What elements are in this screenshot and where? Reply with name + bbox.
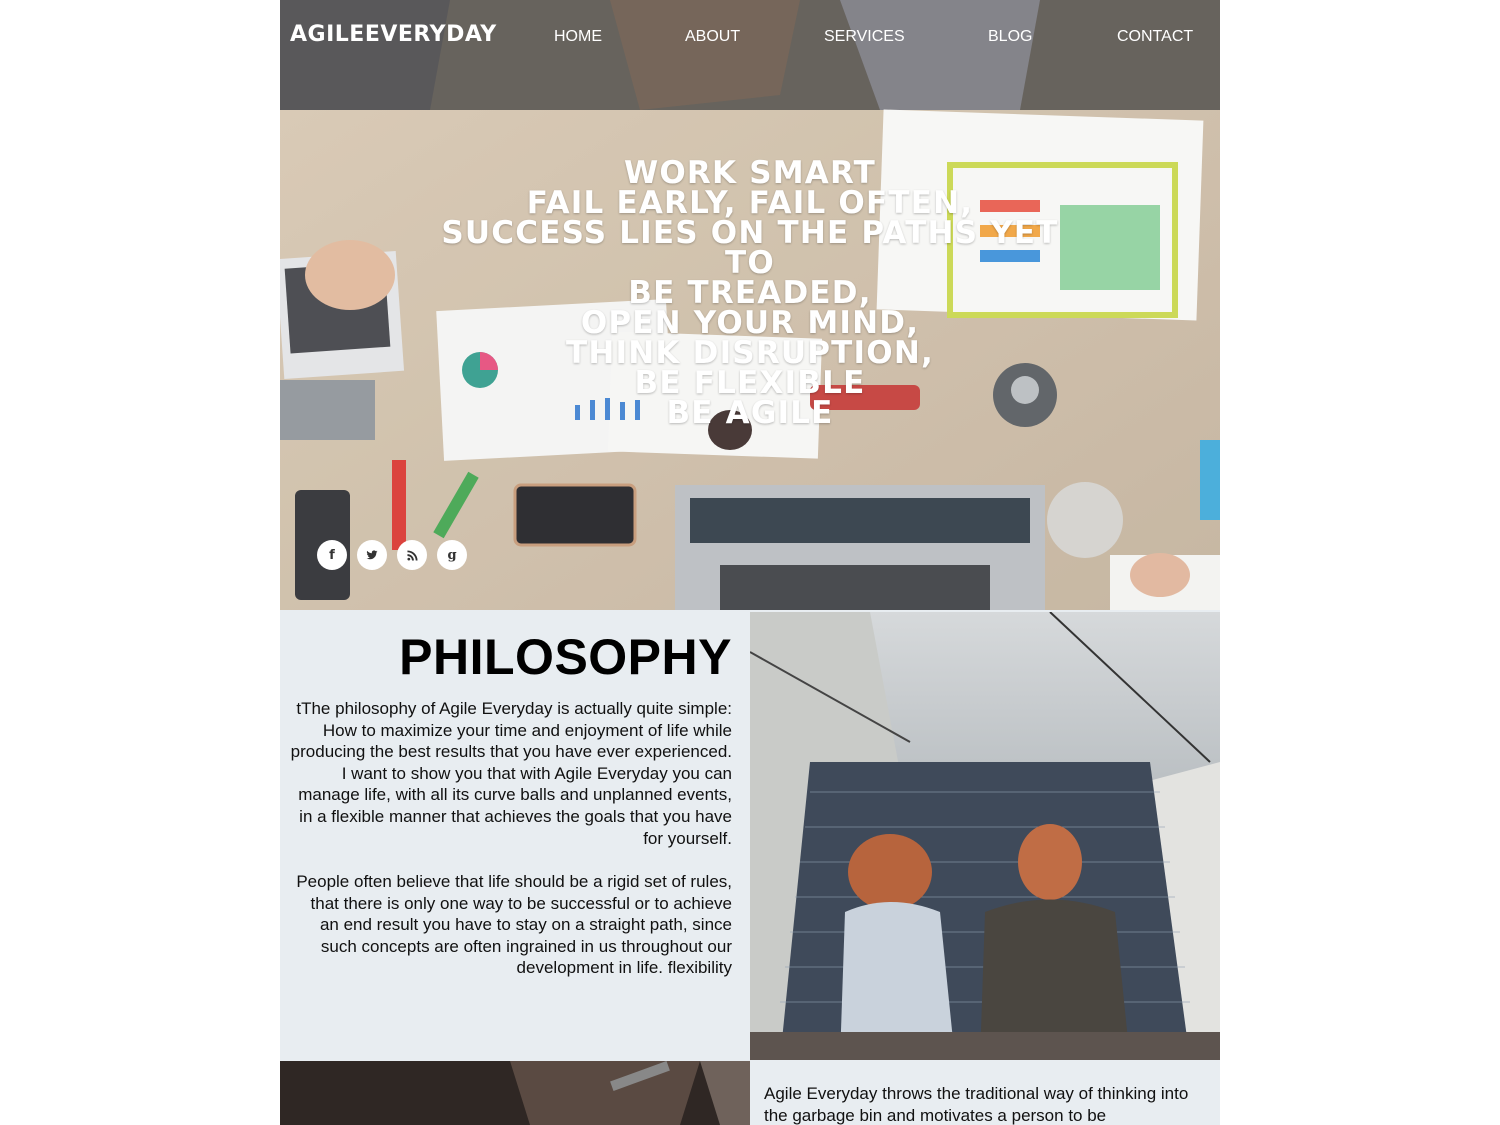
philosophy-title: PHILOSOPHY — [399, 629, 732, 685]
bottom-photo — [280, 1061, 750, 1125]
philosophy-paragraph-2: People often believe that life should be… — [296, 872, 732, 978]
sailboat-photo — [750, 612, 1220, 1060]
nav-services[interactable]: SERVICES — [824, 28, 905, 46]
page: AGILEEVERYDAY HOME ABOUT SERVICES BLOG C… — [280, 0, 1220, 1125]
slogan-line: be treaded, — [628, 275, 872, 311]
hero-slogan: Work smart Fail early, fail often, Succe… — [420, 155, 1080, 431]
bottom-text-panel: Agile Everyday throws the traditional wa… — [750, 1061, 1220, 1125]
google-icon: g — [447, 547, 457, 563]
facebook-icon: f — [329, 547, 335, 563]
slogan-line: Be agile — [666, 395, 834, 431]
top-navigation: AGILEEVERYDAY HOME ABOUT SERVICES BLOG C… — [280, 0, 1220, 75]
bottom-paragraph: Agile Everyday throws the traditional wa… — [764, 1084, 1189, 1125]
philosophy-paragraph-1: tThe philosophy of Agile Everyday is act… — [290, 699, 732, 848]
slogan-line: Think disruption, — [566, 335, 934, 371]
site-logo[interactable]: AGILEEVERYDAY — [290, 22, 497, 47]
slogan-line: Be flexible — [634, 365, 866, 401]
twitter-button[interactable] — [357, 540, 387, 570]
rss-button[interactable] — [397, 540, 427, 570]
nav-home[interactable]: HOME — [554, 28, 602, 46]
facebook-button[interactable]: f — [317, 540, 347, 570]
slogan-line: Success lies on the paths yet to — [441, 215, 1059, 281]
google-button[interactable]: g — [437, 540, 467, 570]
philosophy-section: PHILOSOPHY tThe philosophy of Agile Ever… — [280, 610, 750, 1060]
slogan-line: Open your mind, — [580, 305, 920, 341]
twitter-icon — [366, 550, 378, 560]
slogan-line: Fail early, fail often, — [526, 185, 974, 221]
nav-contact[interactable]: CONTACT — [1117, 28, 1193, 46]
nav-about[interactable]: ABOUT — [685, 28, 740, 46]
hero-section: AGILEEVERYDAY HOME ABOUT SERVICES BLOG C… — [280, 0, 1220, 610]
nav-blog[interactable]: BLOG — [988, 28, 1032, 46]
rss-icon — [406, 549, 418, 561]
slogan-line: Work smart — [623, 155, 877, 191]
